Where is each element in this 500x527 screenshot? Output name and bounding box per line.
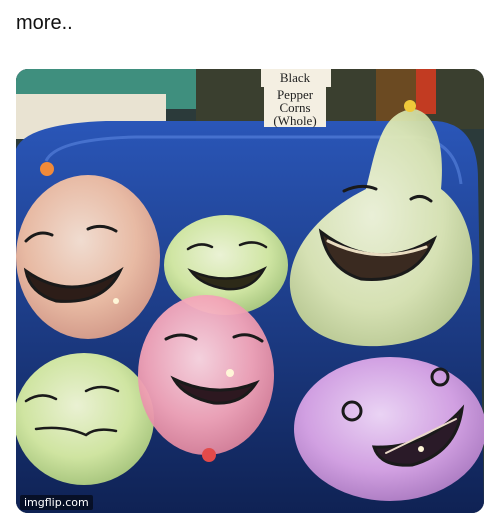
shelf-background xyxy=(196,69,484,129)
pink-balloon xyxy=(138,295,274,455)
sign-line-4: (Whole) xyxy=(273,113,317,128)
peach-balloon xyxy=(16,175,160,339)
imgflip-watermark: imgflip.com xyxy=(20,495,93,510)
yellow-balloon xyxy=(16,353,154,485)
peach-balloon-knot xyxy=(40,162,54,176)
post-caption: more.. xyxy=(16,12,73,34)
sign-line-1: Black xyxy=(279,70,311,85)
light-glint xyxy=(418,446,424,452)
pink-balloon-knot xyxy=(202,448,216,462)
red-jar xyxy=(416,69,436,114)
light-glint xyxy=(226,369,234,377)
light-glint xyxy=(113,298,119,304)
photo-illustration xyxy=(16,69,484,513)
pear-balloon-knot xyxy=(404,100,416,112)
balloon-faces-photo: Black Pepper Corns (Whole) imgflip.com xyxy=(16,69,484,513)
